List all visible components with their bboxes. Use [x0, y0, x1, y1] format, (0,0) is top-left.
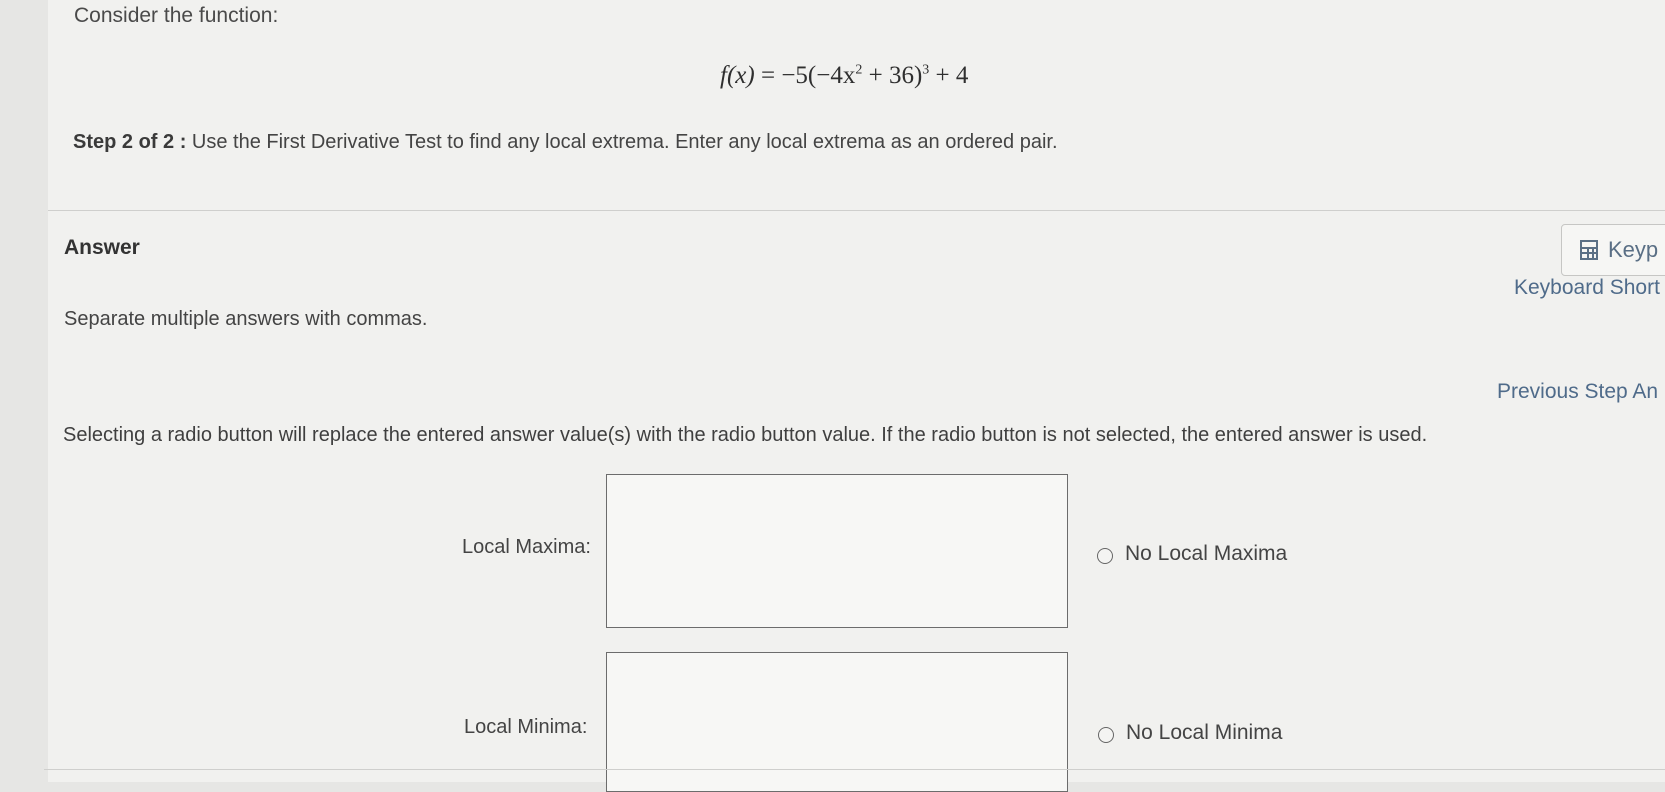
- no-local-minima-radio[interactable]: [1098, 727, 1114, 743]
- step-instruction: Step 2 of 2 : Use the First Derivative T…: [73, 131, 1058, 154]
- formula-rhs-mid: + 36): [862, 62, 923, 89]
- local-maxima-label: Local Maxima:: [462, 536, 591, 558]
- bottom-divider: [44, 769, 1665, 770]
- answer-heading: Answer: [64, 236, 140, 259]
- formula-lhs: f(x): [720, 62, 755, 89]
- local-minima-input[interactable]: [606, 652, 1068, 792]
- question-intro: Consider the function:: [74, 4, 279, 27]
- function-formula: f(x) = −5(−4x2 + 36)3 + 4: [720, 62, 968, 90]
- local-maxima-input[interactable]: [606, 474, 1068, 628]
- radio-instruction-note: Selecting a radio button will replace th…: [63, 424, 1428, 446]
- step-text: Use the First Derivative Test to find an…: [186, 131, 1058, 153]
- no-local-maxima-radio[interactable]: [1097, 548, 1113, 564]
- keyboard-shortcuts-link[interactable]: Keyboard Short: [1514, 276, 1660, 300]
- keypad-label: Keyp: [1608, 237, 1659, 262]
- formula-rhs-suffix: + 4: [929, 62, 969, 89]
- separate-answers-note: Separate multiple answers with commas.: [64, 308, 428, 330]
- keypad-icon: [1580, 240, 1598, 260]
- section-divider: [48, 210, 1665, 211]
- no-local-minima-label[interactable]: No Local Minima: [1126, 721, 1282, 745]
- formula-rhs-prefix: −5(−4x: [781, 62, 856, 89]
- formula-equals: =: [760, 62, 776, 89]
- previous-step-answers-link[interactable]: Previous Step An: [1497, 380, 1658, 404]
- local-minima-label: Local Minima:: [464, 716, 588, 738]
- no-local-maxima-label[interactable]: No Local Maxima: [1125, 542, 1287, 566]
- keypad-button[interactable]: Keyp: [1561, 224, 1665, 276]
- step-label: Step 2 of 2 :: [73, 131, 187, 153]
